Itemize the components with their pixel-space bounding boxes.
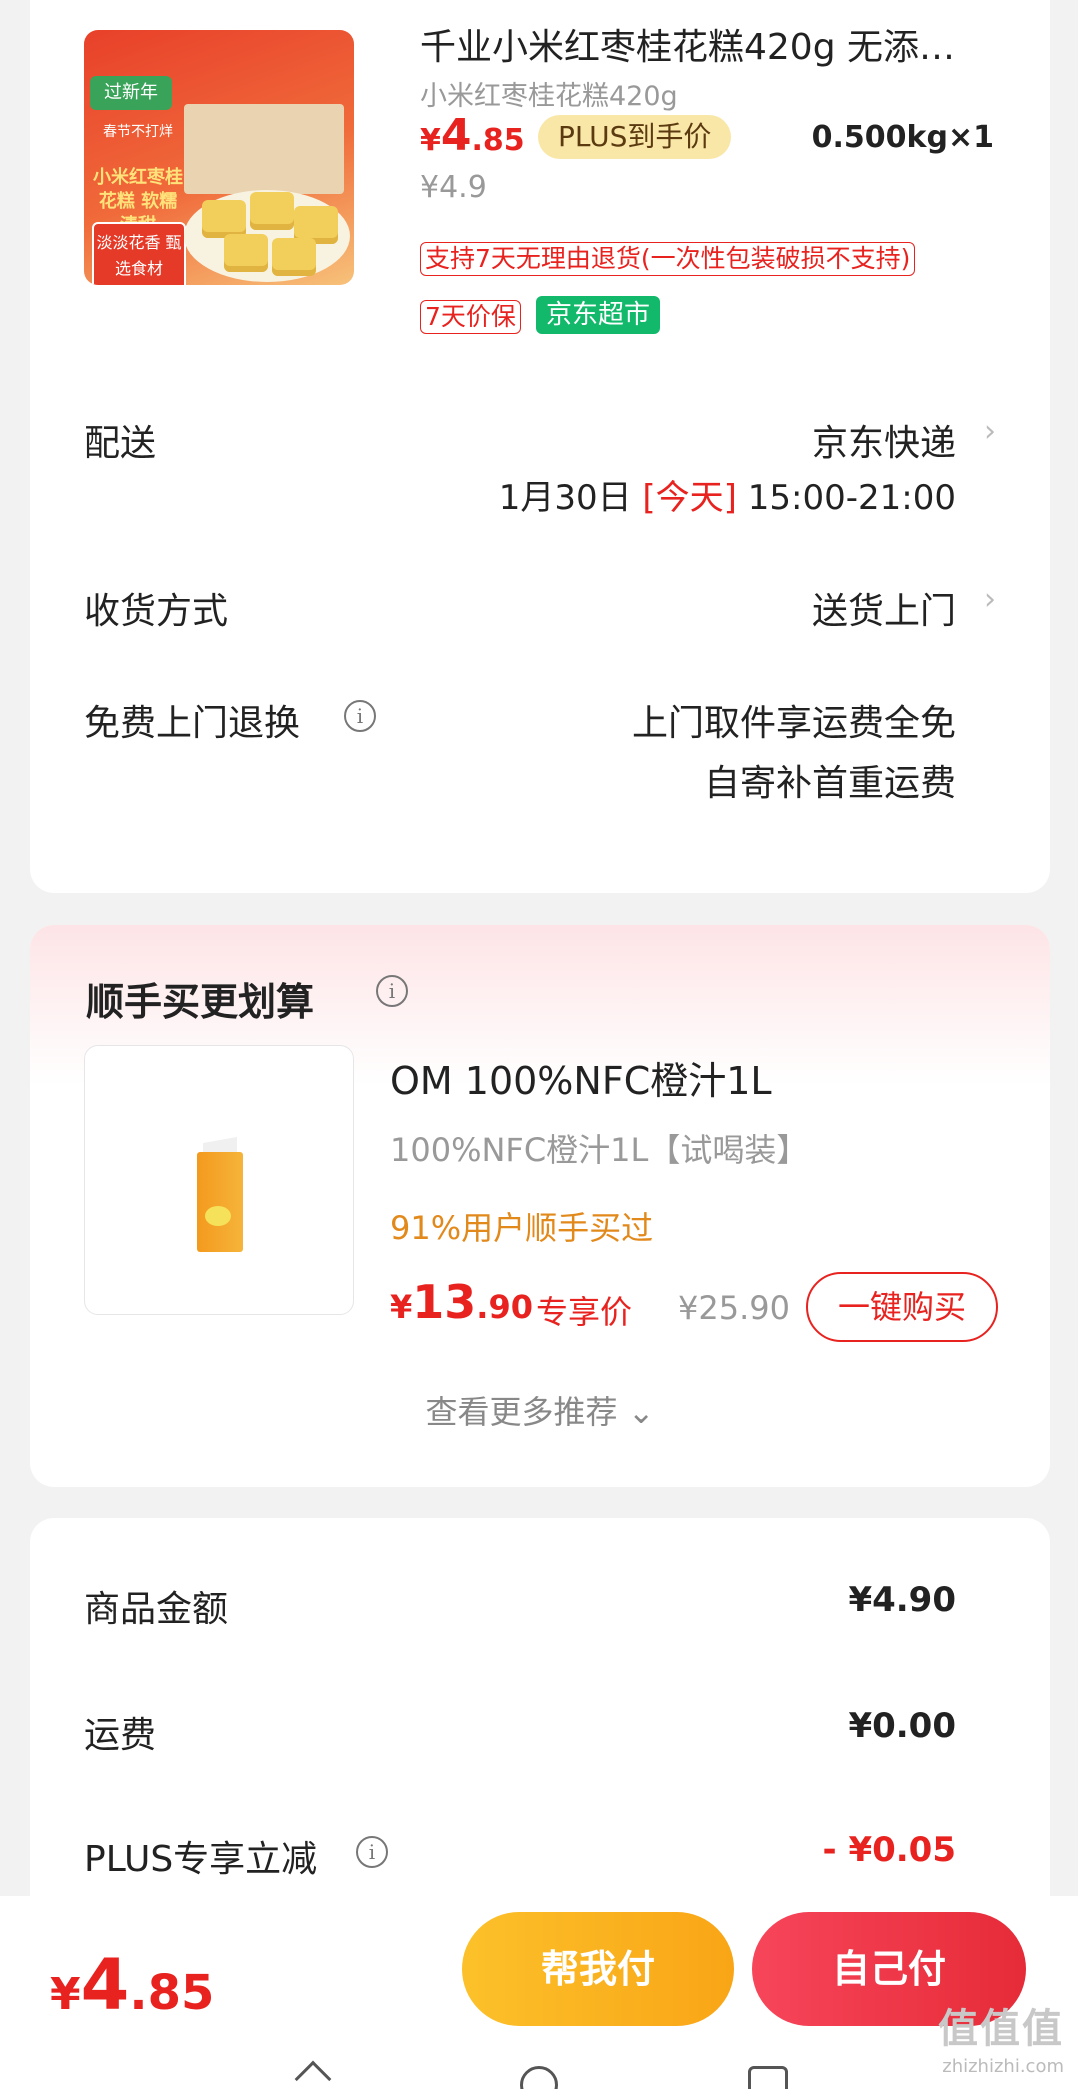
price-int: 4 — [440, 110, 472, 161]
more-recommend-link[interactable]: 查看更多推荐 ⌄ — [30, 1387, 1050, 1433]
price-dec: .85 — [471, 123, 525, 158]
cake-graphic — [224, 234, 268, 272]
receive-method-value[interactable]: 送货上门 — [812, 582, 956, 634]
help-me-pay-button[interactable]: 帮我付 — [462, 1912, 734, 2026]
free-return-line1: 上门取件享运费全免 — [631, 703, 956, 744]
nav-recents-icon[interactable] — [748, 2066, 788, 2089]
info-icon[interactable]: i — [344, 700, 376, 732]
info-icon[interactable]: i — [376, 975, 408, 1007]
chevron-right-icon[interactable]: › — [984, 582, 996, 617]
image-box-graphic — [184, 104, 344, 194]
product-spec: 小米红枣桂花糕420g — [420, 81, 678, 112]
nav-home-icon[interactable] — [520, 2066, 558, 2089]
delivery-label: 配送 — [84, 423, 157, 464]
addon-product-spec: 100%NFC橙汁1L【试喝装】 — [390, 1131, 809, 1169]
checkout-bar: ¥4.85 帮我付 自己付 值值值 zhizhizhi.com — [0, 1896, 1078, 2089]
watermark-url: zhizhizhi.com — [942, 2056, 1064, 2077]
product-quantity: 0.500kg×1 — [811, 120, 994, 155]
addon-recommend-card: 顺手买更划算 i OM 100%NFC橙汁1L 100%NFC橙汁1L【试喝装】… — [30, 925, 1050, 1487]
goods-amount-label: 商品金额 — [84, 1589, 229, 1630]
image-text-1: 春节不打烊 — [103, 124, 173, 140]
one-click-buy-button[interactable]: 一键购买 — [806, 1272, 998, 1342]
total-dec: .85 — [129, 1965, 215, 2021]
more-recommend-label: 查看更多推荐 — [425, 1393, 618, 1431]
watermark-logo: 值值值 — [938, 2006, 1064, 2052]
goods-amount-value: ¥4.90 — [848, 1580, 956, 1620]
cake-graphic — [272, 238, 316, 276]
addon-buy-stat: 91%用户顺手买过 — [390, 1209, 654, 1247]
total-price: ¥4.85 — [50, 1944, 214, 2026]
product-original-price: ¥4.9 — [420, 170, 487, 205]
price-protect-tag: 7天价保 — [420, 300, 521, 334]
chevron-down-icon: ⌄ — [627, 1393, 655, 1431]
addon-price: ¥13.90 — [390, 1275, 533, 1329]
total-currency: ¥ — [50, 1969, 81, 2020]
fruit-graphic — [205, 1206, 231, 1226]
plus-price-tag: PLUS到手价 — [538, 115, 732, 159]
addon-original-price: ¥25.90 — [678, 1289, 790, 1327]
plus-discount-value: - ¥0.05 — [822, 1830, 957, 1870]
addon-price-dec: .90 — [476, 1288, 533, 1326]
info-icon[interactable]: i — [356, 1836, 388, 1868]
receive-method-label: 收货方式 — [84, 591, 229, 632]
carton-graphic — [197, 1152, 243, 1252]
product-image[interactable]: 过新年 春节不打烊 小米红枣桂花糕 软糯清甜 淡淡花香 甄选食材 — [84, 30, 354, 285]
chevron-right-icon[interactable]: › — [984, 414, 996, 449]
image-ribbon: 过新年 — [90, 76, 172, 110]
addon-title: 顺手买更划算 — [86, 980, 315, 1024]
jd-supermarket-tag: 京东超市 — [536, 296, 661, 334]
addon-exclusive-label: 专享价 — [536, 1293, 633, 1331]
delivery-today: [今天] — [642, 478, 737, 518]
delivery-window: 15:00-21:00 — [747, 478, 956, 518]
addon-price-int: 13 — [412, 1275, 477, 1329]
price-currency: ¥ — [420, 123, 441, 158]
cake-graphic — [250, 192, 294, 230]
delivery-carrier[interactable]: 京东快递 — [812, 414, 956, 466]
delivery-date: 1月30日 — [498, 478, 632, 518]
order-product-card: 过新年 春节不打烊 小米红枣桂花糕 软糯清甜 淡淡花香 甄选食材 千业小米红枣桂… — [30, 0, 1050, 893]
free-return-line2: 自寄补首重运费 — [703, 763, 956, 804]
delivery-time[interactable]: 1月30日 [今天] 15:00-21:00 — [499, 470, 956, 519]
shipping-label: 运费 — [84, 1715, 157, 1756]
shipping-value: ¥0.00 — [848, 1706, 956, 1746]
free-return-label: 免费上门退换 — [84, 703, 301, 744]
product-price: ¥4.85 — [420, 110, 525, 161]
total-int: 4 — [80, 1944, 130, 2026]
addon-product-name[interactable]: OM 100%NFC橙汁1L — [390, 1050, 772, 1105]
product-title[interactable]: 千业小米红枣桂花糕420g 无添… — [420, 18, 955, 70]
plus-discount-label: PLUS专享立减 — [84, 1839, 318, 1880]
orange-juice-image[interactable] — [84, 1045, 354, 1315]
return-policy-tag: 支持7天无理由退货(一次性包装破损不支持) — [420, 242, 916, 276]
image-text-3: 淡淡花香 甄选食材 — [92, 222, 186, 285]
addon-price-currency: ¥ — [390, 1288, 413, 1326]
cake-graphic — [202, 200, 246, 238]
nav-back-icon[interactable] — [294, 2060, 332, 2089]
